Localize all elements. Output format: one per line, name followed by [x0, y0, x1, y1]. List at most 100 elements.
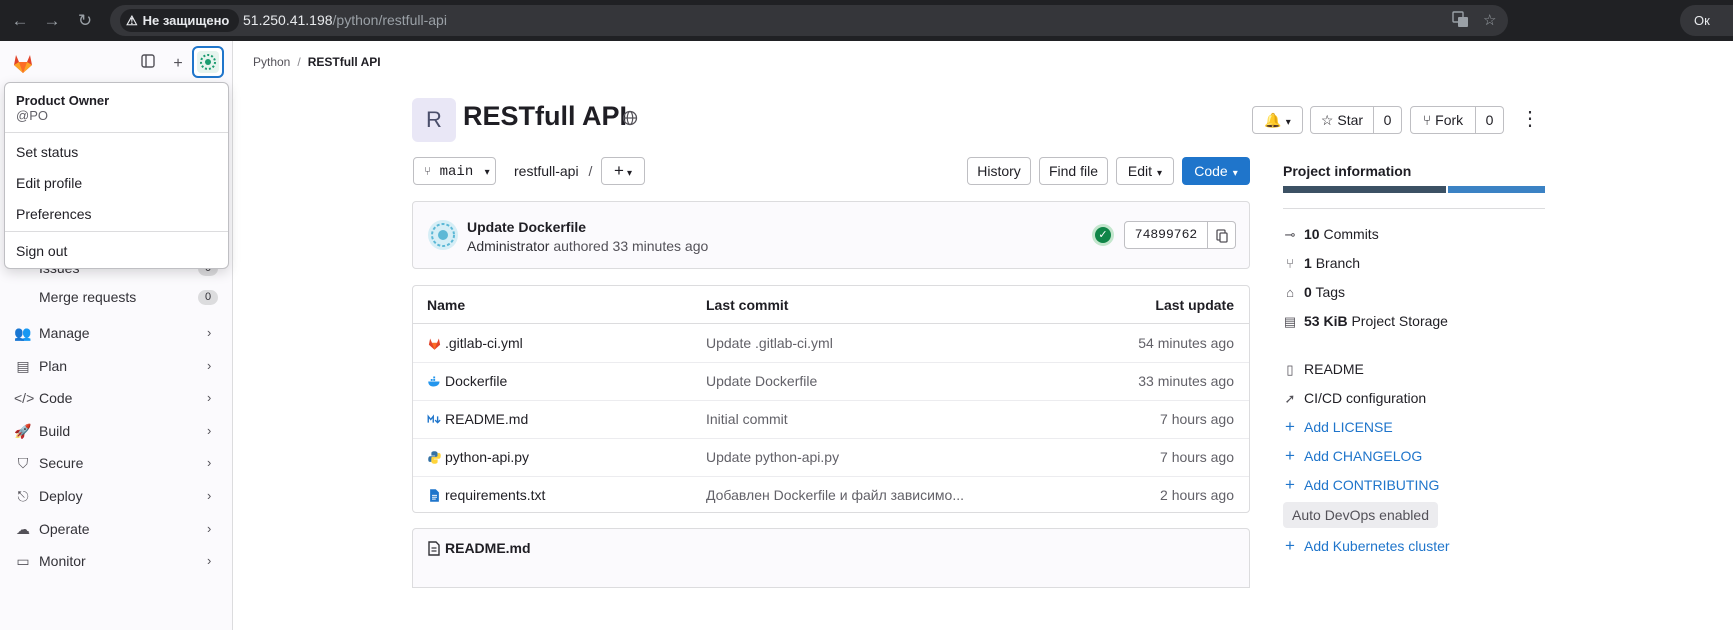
repo-path-root[interactable]: restfull-api	[514, 163, 579, 179]
file-commit-message[interactable]: Добавлен Dockerfile и файл зависимо...	[706, 487, 964, 503]
plus-icon: +	[1285, 417, 1295, 436]
file-icon: ▯	[1286, 362, 1294, 377]
breadcrumb-current[interactable]: RESTfull API	[308, 55, 381, 69]
file-commit-message[interactable]: Update python-api.py	[706, 449, 839, 465]
file-name[interactable]: requirements.txt	[445, 487, 545, 503]
table-row[interactable]: requirements.txt Добавлен Dockerfile и ф…	[413, 476, 1249, 514]
merge-requests-count-badge: 0	[198, 290, 218, 305]
file-name[interactable]: .gitlab-ci.yml	[445, 335, 523, 351]
bell-icon: 🔔	[1264, 112, 1282, 128]
translate-icon[interactable]	[1452, 11, 1469, 32]
column-header-last-update: Last update	[1155, 297, 1234, 313]
file-name[interactable]: README.md	[445, 411, 528, 427]
language-segment[interactable]	[1448, 186, 1545, 193]
table-row[interactable]: Dockerfile Update Dockerfile 33 minutes …	[413, 362, 1249, 401]
user-avatar-button[interactable]	[192, 46, 224, 78]
sidebar-item-secure[interactable]: ⛉ Secure ›	[0, 448, 232, 478]
file-updated: 7 hours ago	[1160, 411, 1234, 427]
chevron-down-icon: ▾	[1157, 168, 1163, 179]
chevron-right-icon: ›	[207, 423, 212, 438]
file-commit-message[interactable]: Update Dockerfile	[706, 373, 817, 389]
edit-profile-item[interactable]: Edit profile	[16, 175, 82, 191]
security-chip[interactable]: ⚠ Не защищено	[120, 9, 240, 32]
markdown-icon	[427, 414, 441, 424]
add-contributing-link[interactable]: + Add CONTRIBUTING	[1283, 475, 1439, 495]
commits-link[interactable]: ⊸ 10 Commits	[1283, 224, 1379, 244]
readme-link[interactable]: ▯ README	[1283, 359, 1363, 379]
language-segment[interactable]	[1283, 186, 1446, 193]
table-row[interactable]: README.md Initial commit 7 hours ago	[413, 400, 1249, 439]
add-kubernetes-cluster-link[interactable]: + Add Kubernetes cluster	[1283, 536, 1450, 556]
preferences-item[interactable]: Preferences	[16, 206, 91, 222]
table-row[interactable]: python-api.py Update python-api.py 7 hou…	[413, 438, 1249, 477]
avatar[interactable]	[428, 220, 458, 250]
table-header: Name Last commit Last update	[413, 286, 1249, 324]
sign-out-item[interactable]: Sign out	[16, 243, 67, 259]
add-changelog-link[interactable]: + Add CHANGELOG	[1283, 446, 1422, 466]
star-count[interactable]: 0	[1374, 106, 1402, 134]
sidebar-item-build[interactable]: 🚀 Build ›	[0, 416, 232, 446]
chevron-down-icon: ▾	[626, 168, 632, 179]
star-button[interactable]: ☆ Star	[1310, 106, 1374, 134]
user-display-name[interactable]: Product Owner	[16, 93, 109, 108]
gitlab-logo-icon[interactable]	[11, 51, 35, 75]
history-button[interactable]: History	[967, 157, 1031, 185]
edit-dropdown[interactable]: Edit ▾	[1116, 157, 1174, 185]
file-commit-message[interactable]: Initial commit	[706, 411, 788, 427]
storage-icon: ▤	[1283, 314, 1297, 329]
auto-devops-badge[interactable]: Auto DevOps enabled	[1283, 502, 1438, 528]
sidebar-item-merge-requests[interactable]: Merge requests 0	[0, 282, 232, 312]
fork-button[interactable]: ⑂ Fork	[1410, 106, 1476, 134]
sidebar-item-plan[interactable]: ▤ Plan ›	[0, 351, 232, 381]
branch-selector[interactable]: ⑂ main ▾	[413, 157, 496, 185]
forward-icon[interactable]: →	[40, 9, 64, 33]
repo-path: restfull-api /	[514, 163, 593, 179]
code-dropdown[interactable]: Code ▾	[1182, 157, 1250, 185]
sidebar-item-code[interactable]: </> Code ›	[0, 383, 232, 413]
ci-cd-configuration-link[interactable]: ➚ CI/CD configuration	[1283, 388, 1427, 408]
sidebar-item-manage[interactable]: 👥 Manage ›	[0, 318, 232, 348]
commit-author[interactable]: Administrator	[467, 238, 549, 254]
add-to-tree-button[interactable]: + ▾	[601, 157, 645, 185]
add-license-link[interactable]: + Add LICENSE	[1283, 417, 1393, 437]
back-icon[interactable]: ←	[8, 9, 32, 33]
bookmark-star-icon[interactable]: ☆	[1483, 11, 1496, 29]
fork-count[interactable]: 0	[1476, 106, 1504, 134]
sidebar-item-monitor[interactable]: ▭ Monitor ›	[0, 546, 232, 576]
monitor-icon: ▭	[16, 553, 30, 569]
repository-languages-bar[interactable]	[1283, 186, 1545, 193]
file-name[interactable]: Dockerfile	[445, 373, 507, 389]
sidebar-item-deploy[interactable]: ⎋ Deploy ›	[0, 481, 232, 511]
create-new-icon[interactable]: +	[167, 53, 189, 75]
sidebar-item-operate[interactable]: ☁ Operate ›	[0, 514, 232, 544]
commit-title[interactable]: Update Dockerfile	[467, 219, 586, 235]
rocket-icon: 🚀	[14, 423, 32, 439]
file-commit-message[interactable]: Update .gitlab-ci.yml	[706, 335, 833, 351]
chevron-right-icon: ›	[207, 553, 212, 568]
set-status-item[interactable]: Set status	[16, 144, 78, 160]
column-header-last-commit: Last commit	[706, 297, 789, 313]
column-header-name: Name	[427, 297, 466, 313]
code-icon: </>	[14, 390, 35, 406]
more-actions-icon[interactable]: ⋮	[1520, 108, 1540, 132]
browser-profile-chip[interactable]: Ок	[1680, 5, 1733, 36]
readme-title[interactable]: README.md	[445, 540, 531, 556]
address-bar[interactable]: ⚠ Не защищено 51.250.41.198/python/restfu…	[110, 5, 1508, 36]
branches-link[interactable]: ⑂ 1 Branch	[1283, 253, 1360, 273]
tags-link[interactable]: ⌂ 0 Tags	[1283, 282, 1345, 302]
chevron-down-icon: ▾	[1232, 168, 1238, 179]
breadcrumb-python[interactable]: Python	[253, 55, 290, 69]
find-file-button[interactable]: Find file	[1039, 157, 1108, 185]
collapse-sidebar-icon[interactable]	[137, 53, 159, 75]
commit-sha[interactable]: 74899762	[1124, 221, 1208, 249]
url-text[interactable]: 51.250.41.198/python/restfull-api	[243, 12, 447, 28]
reload-icon[interactable]: ↻	[73, 9, 97, 33]
table-row[interactable]: .gitlab-ci.yml Update .gitlab-ci.yml 54 …	[413, 324, 1249, 363]
divider	[1283, 208, 1545, 209]
storage-link[interactable]: ▤ 53 KiB Project Storage	[1283, 311, 1448, 331]
file-name[interactable]: python-api.py	[445, 449, 529, 465]
copy-sha-button[interactable]	[1208, 221, 1236, 249]
page-title: RESTfull API	[463, 101, 628, 131]
pipeline-status-icon[interactable]: ✓	[1092, 224, 1114, 246]
notification-button[interactable]: 🔔 ▾	[1252, 106, 1303, 134]
